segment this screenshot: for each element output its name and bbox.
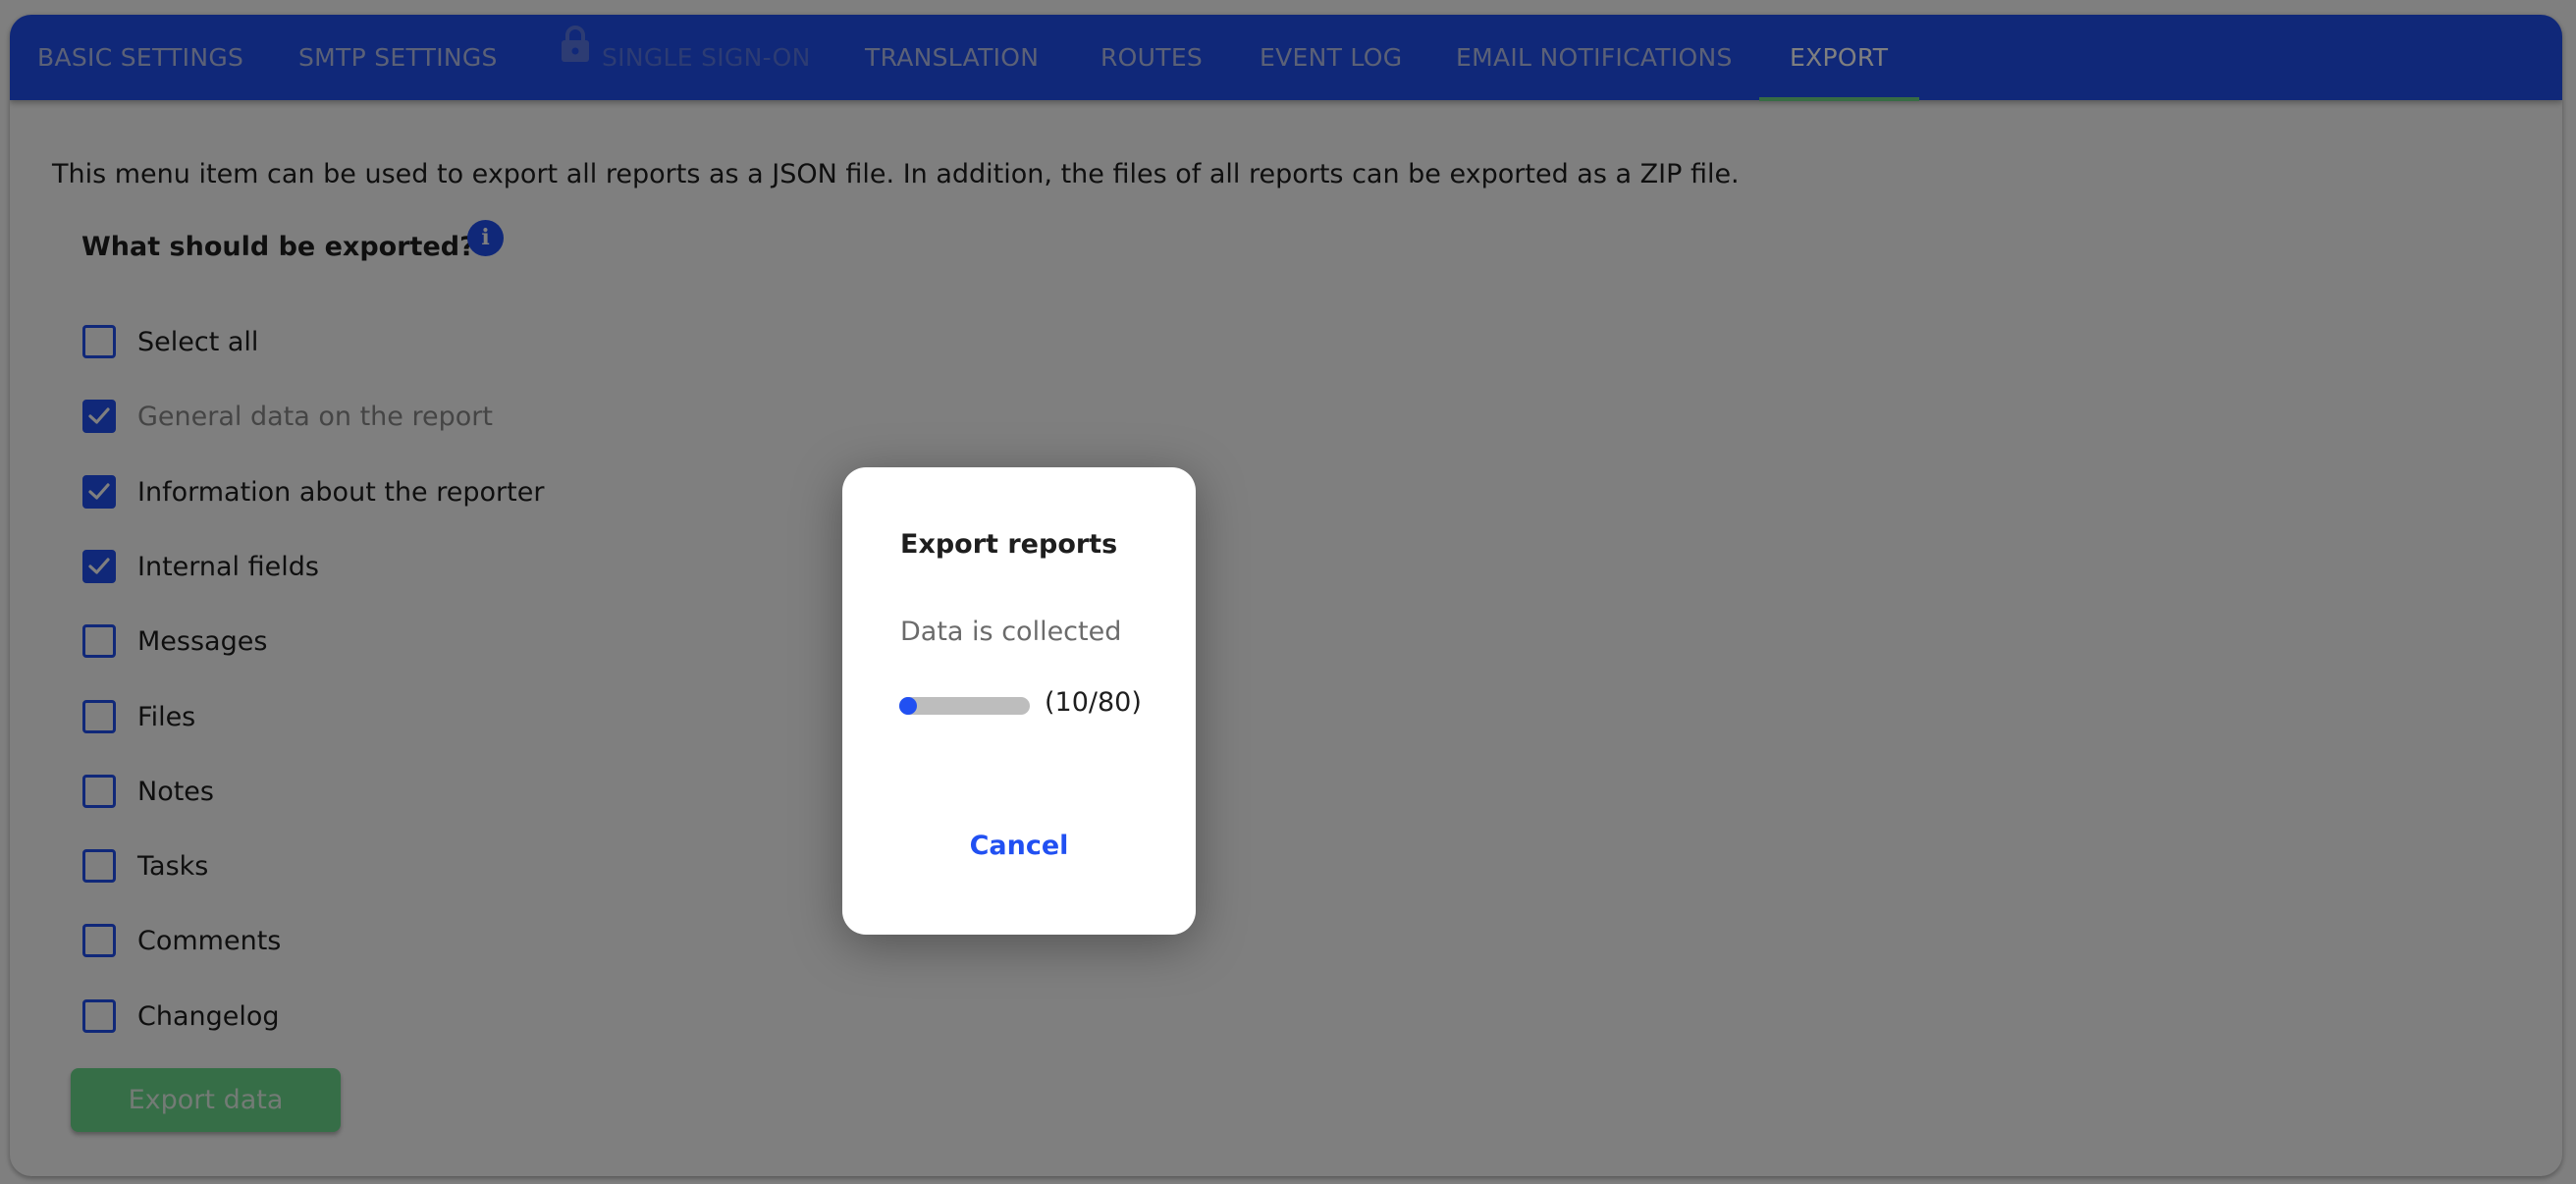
modal-backdrop[interactable] — [0, 0, 2576, 1184]
progress-count: (10/80) — [1045, 687, 1142, 718]
dialog-status-text: Data is collected — [900, 617, 1122, 647]
progress-bar — [899, 697, 1030, 715]
dialog-title: Export reports — [900, 529, 1118, 560]
export-progress-dialog: Export reports Data is collected (10/80)… — [842, 467, 1196, 935]
progress-bar-fill — [899, 697, 917, 715]
cancel-button[interactable]: Cancel — [842, 821, 1196, 870]
